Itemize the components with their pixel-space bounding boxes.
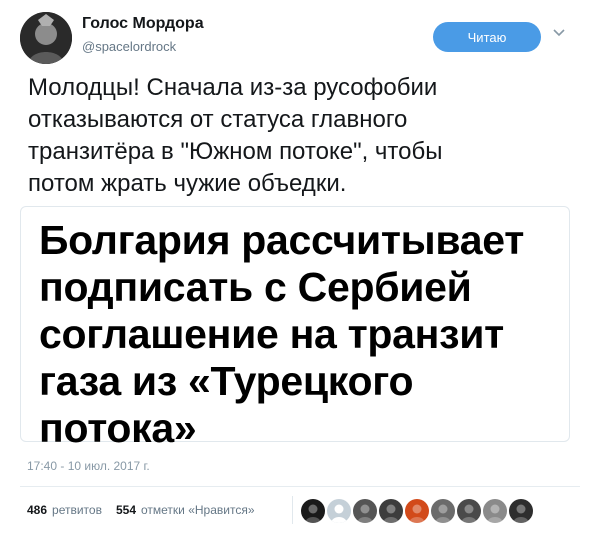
media-headline-line: подписать с Сербией	[39, 264, 472, 310]
avatar-photo-icon	[383, 504, 399, 523]
author-handle[interactable]: @spacelordrock	[82, 39, 204, 54]
liker-avatars	[301, 499, 533, 523]
tweet-media-card[interactable]: Болгария рассчитывает подписать с Сербие…	[20, 206, 570, 451]
media-headline: Болгария рассчитывает подписать с Сербие…	[39, 217, 569, 452]
retweets-count[interactable]: 486	[27, 503, 47, 517]
likes-count[interactable]: 554	[116, 503, 136, 517]
author-avatar[interactable]	[20, 12, 72, 64]
retweets-label[interactable]: ретвитов	[52, 503, 102, 517]
avatar-default-egg-icon	[331, 504, 347, 523]
avatar-photo-icon	[357, 504, 373, 523]
stats-separator	[292, 496, 293, 524]
avatar-photo-icon	[461, 504, 477, 523]
divider	[20, 486, 580, 487]
avatar-photo-icon	[487, 504, 503, 523]
liker-avatar-4[interactable]	[379, 499, 403, 523]
author-block: Голос Мордора @spacelordrock	[82, 15, 204, 54]
media-headline-line: потока»	[39, 405, 197, 451]
liker-avatar-5[interactable]	[405, 499, 429, 523]
tweet-text-line: Молодцы! Сначала из-за русофобии	[28, 74, 438, 101]
tweet-stats: 486 ретвитов 554 отметки «Нравится»	[27, 503, 269, 517]
avatar-photo-icon	[435, 504, 451, 523]
chevron-down-icon[interactable]	[552, 26, 566, 40]
liker-avatar-2[interactable]	[327, 499, 351, 523]
avatar-photo-icon	[513, 504, 529, 523]
media-headline-line: Болгария рассчитывает	[39, 217, 524, 263]
liker-avatar-8[interactable]	[483, 499, 507, 523]
liker-avatar-1[interactable]	[301, 499, 325, 523]
tweet-timestamp[interactable]: 17:40 - 10 июл. 2017 г.	[27, 459, 150, 473]
tweet-text-line: потом жрать чужие объедки.	[28, 170, 347, 197]
liker-avatar-3[interactable]	[353, 499, 377, 523]
liker-avatar-6[interactable]	[431, 499, 455, 523]
likes-label[interactable]: отметки «Нравится»	[141, 503, 255, 517]
tweet-text: Молодцы! Сначала из-за русофобии отказыв…	[28, 72, 538, 200]
liker-avatar-7[interactable]	[457, 499, 481, 523]
follow-button[interactable]: Читаю	[433, 22, 541, 52]
tweet-text-line: транзитёра в "Южном потоке", чтобы	[28, 138, 443, 165]
liker-avatar-9[interactable]	[509, 499, 533, 523]
avatar-colorful-icon	[409, 504, 425, 523]
tweet-text-line: отказываются от статуса главного	[28, 106, 408, 133]
media-headline-line: соглашение на транзит	[39, 311, 504, 357]
media-headline-line: газа из «Турецкого	[39, 358, 414, 404]
author-display-name[interactable]: Голос Мордора	[82, 15, 204, 33]
author-avatar-image	[20, 12, 72, 64]
avatar-dark-icon	[305, 504, 321, 523]
